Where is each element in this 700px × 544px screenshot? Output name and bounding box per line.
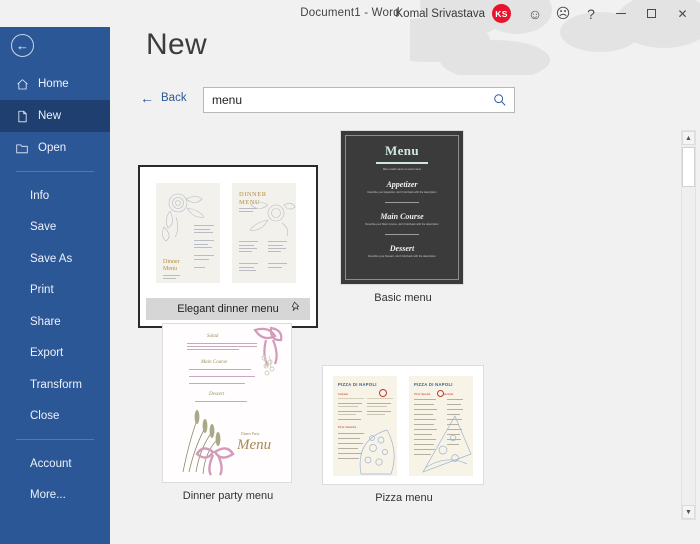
template-name: Basic menu — [374, 292, 432, 304]
sidebar-item-label: Home — [38, 78, 69, 90]
template-name: Dinner party menu — [182, 490, 274, 502]
maximize-button[interactable] — [636, 0, 667, 27]
template-thumbnail: Menu Menu cards name or event name Appet… — [340, 130, 464, 285]
sidebar-item-label: More... — [30, 489, 66, 502]
pin-icon[interactable] — [290, 301, 302, 316]
sidebar-item-save[interactable]: Save — [0, 212, 110, 244]
sidebar-item-print[interactable]: Print — [0, 275, 110, 307]
sidebar-divider-1 — [16, 171, 94, 172]
home-icon — [14, 78, 30, 91]
template-gallery-scrollbar[interactable]: ▲ ▼ — [681, 130, 696, 520]
back-to-document-button[interactable]: ← — [11, 34, 34, 57]
template-card-basic-menu[interactable]: Menu Menu cards name or event name Appet… — [340, 130, 466, 304]
help-icon[interactable]: ? — [577, 0, 605, 27]
minimize-button[interactable] — [605, 0, 636, 27]
backstage-sidebar: ← Home New Open Info Save Save As Print … — [0, 0, 110, 544]
sidebar-item-label: Print — [30, 284, 54, 297]
sidebar-item-label: Close — [30, 410, 60, 423]
title-bar: Document1 - Word Komal Srivastava KS ☺ ☹… — [0, 0, 700, 75]
sidebar-item-label: Info — [30, 189, 50, 202]
sidebar-nav: Home New Open Info Save Save As Print Sh… — [0, 68, 110, 511]
sidebar-item-account[interactable]: Account — [0, 448, 110, 480]
template-card-elegant-dinner-menu[interactable]: Dinner Menu DINNER MENU Elegant dinner m… — [138, 165, 318, 328]
main-content: New ← Back menu Dinner Menu DINNER MENU … — [110, 0, 700, 544]
scrollbar-thumb[interactable] — [682, 147, 695, 187]
sidebar-item-label: Save — [30, 221, 57, 234]
sidebar-item-export[interactable]: Export — [0, 338, 110, 370]
chalkboard-art: Menu Menu cards name or event name Appet… — [341, 131, 463, 284]
template-search-box[interactable] — [203, 87, 515, 113]
sidebar-item-label: New — [38, 110, 62, 122]
search-icon[interactable] — [486, 88, 514, 112]
sidebar-item-share[interactable]: Share — [0, 306, 110, 338]
sidebar-item-open[interactable]: Open — [0, 132, 110, 164]
smiley-sad-icon[interactable]: ☹ — [549, 0, 577, 27]
thumb-footer-large: Menu — [237, 437, 272, 453]
sidebar-item-label: Account — [30, 457, 72, 470]
sidebar-item-label: Transform — [30, 378, 82, 391]
template-name: Pizza menu — [375, 492, 433, 504]
selected-template-caption-bar: Elegant dinner menu — [146, 298, 310, 320]
close-button[interactable]: ✕ — [667, 0, 698, 27]
sidebar-item-more[interactable]: More... — [0, 480, 110, 512]
template-thumbnail: Salad Main Course Dessert Dinner Party M… — [162, 323, 292, 483]
smiley-happy-icon[interactable]: ☺ — [521, 0, 549, 27]
sidebar-item-label: Share — [30, 315, 61, 328]
sidebar-item-label: Open — [38, 142, 67, 154]
page-title: New — [146, 28, 207, 61]
sidebar-item-info[interactable]: Info — [0, 180, 110, 212]
template-name: Elegant dinner menu — [177, 303, 279, 315]
sidebar-item-transform[interactable]: Transform — [0, 369, 110, 401]
account-name[interactable]: Komal Srivastava — [396, 8, 485, 20]
template-thumbnail: Dinner Menu DINNER MENU — [146, 173, 310, 293]
word-backstage-new-screen: Document1 - Word Komal Srivastava KS ☺ ☹… — [0, 0, 700, 544]
back-label: Back — [161, 92, 187, 104]
template-card-dinner-party-menu[interactable]: Salad Main Course Dessert Dinner Party M… — [162, 323, 294, 502]
back-link[interactable]: ← Back — [140, 91, 187, 105]
scroll-down-button[interactable]: ▼ — [682, 505, 695, 519]
back-arrow-icon: ← — [140, 90, 154, 106]
template-card-pizza-menu[interactable]: PIZZA DI NAPOLI Antipasti Pizze Classich… — [322, 365, 486, 504]
search-input[interactable] — [204, 93, 486, 107]
avatar[interactable]: KS — [492, 4, 511, 23]
sidebar-item-label: Save As — [30, 252, 73, 265]
template-thumbnail: PIZZA DI NAPOLI Antipasti Pizze Classich… — [322, 365, 484, 485]
folder-icon — [14, 142, 30, 155]
thumb-footer-small: Dinner Party — [241, 432, 260, 436]
sidebar-item-home[interactable]: Home — [0, 68, 110, 100]
document-icon — [14, 110, 30, 123]
sidebar-divider-2 — [16, 439, 94, 440]
sidebar-item-save-as[interactable]: Save As — [0, 243, 110, 275]
template-gallery: Dinner Menu DINNER MENU Elegant dinner m… — [110, 125, 640, 525]
selected-card-frame: Dinner Menu DINNER MENU Elegant dinner m… — [138, 165, 318, 328]
scroll-up-button[interactable]: ▲ — [682, 131, 695, 145]
dinner-party-art: Salad Main Course Dessert Dinner Party M… — [163, 324, 291, 482]
sidebar-item-label: Export — [30, 347, 64, 360]
sidebar-item-close[interactable]: Close — [0, 401, 110, 433]
sidebar-item-new[interactable]: New — [0, 100, 110, 132]
title-bar-controls: Komal Srivastava KS ☺ ☹ ? ✕ — [396, 0, 698, 27]
